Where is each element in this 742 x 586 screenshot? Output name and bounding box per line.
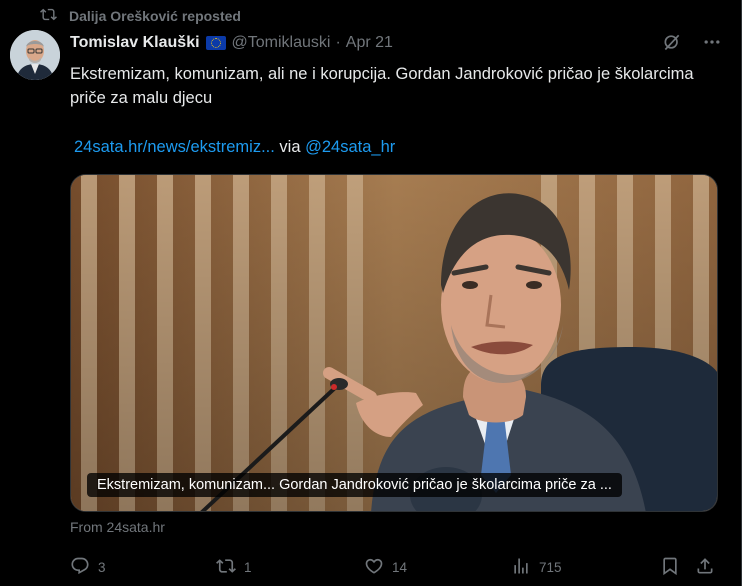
heart-icon [364, 556, 384, 579]
like-count: 14 [392, 559, 408, 575]
share-icon [695, 556, 715, 579]
bookmark-icon [660, 556, 680, 579]
via-label: via [279, 138, 301, 156]
repost-label: Dalija Orešković reposted [69, 8, 241, 24]
like-button[interactable]: 14 [364, 554, 407, 580]
eu-flag-icon [205, 36, 226, 50]
repost-button[interactable]: 1 [216, 554, 252, 580]
tweet-date[interactable]: Apr 21 [346, 34, 393, 52]
reply-button[interactable]: 3 [70, 554, 106, 580]
avatar[interactable] [10, 30, 60, 80]
reply-icon [70, 556, 90, 579]
repost-indicator: Dalija Orešković reposted [40, 6, 241, 26]
tweet-container[interactable]: Dalija Orešković reposted Tomislav Klauš… [0, 0, 742, 586]
more-options-icon[interactable] [702, 32, 722, 57]
card-image [71, 175, 717, 511]
analytics-icon [511, 556, 531, 579]
bookmark-button[interactable] [660, 554, 680, 580]
views-button[interactable]: 715 [511, 554, 562, 580]
repost-icon [216, 556, 236, 579]
repost-count: 1 [244, 559, 252, 575]
card-caption: Ekstremizam, komunizam... Gordan Jandrok… [87, 473, 622, 497]
grok-icon[interactable] [662, 32, 682, 57]
tweet-header: Tomislav Klauški @Tomiklauski · Apr 21 [70, 32, 393, 54]
card-source[interactable]: From 24sata.hr [70, 519, 165, 535]
share-button[interactable] [695, 554, 715, 580]
header-separator: · [335, 34, 341, 51]
tweet-text: Ekstremizam, komunizam, ali ne i korupci… [70, 65, 694, 107]
via-handle-link[interactable]: @24sata_hr [305, 138, 395, 156]
view-count: 715 [539, 559, 562, 575]
article-link[interactable]: 24sata.hr/news/ekstremiz... [74, 138, 275, 156]
author-name[interactable]: Tomislav Klauški [70, 34, 200, 52]
repost-icon [40, 6, 57, 26]
header-actions [662, 32, 722, 57]
link-card[interactable]: Ekstremizam, komunizam... Gordan Jandrok… [70, 174, 718, 512]
author-handle[interactable]: @Tomiklauski [232, 34, 331, 52]
tweet-link-line: 24sata.hr/news/ekstremiz... via @24sata_… [74, 136, 395, 158]
action-bar: 3 1 14 715 [70, 554, 720, 580]
reply-count: 3 [98, 559, 106, 575]
